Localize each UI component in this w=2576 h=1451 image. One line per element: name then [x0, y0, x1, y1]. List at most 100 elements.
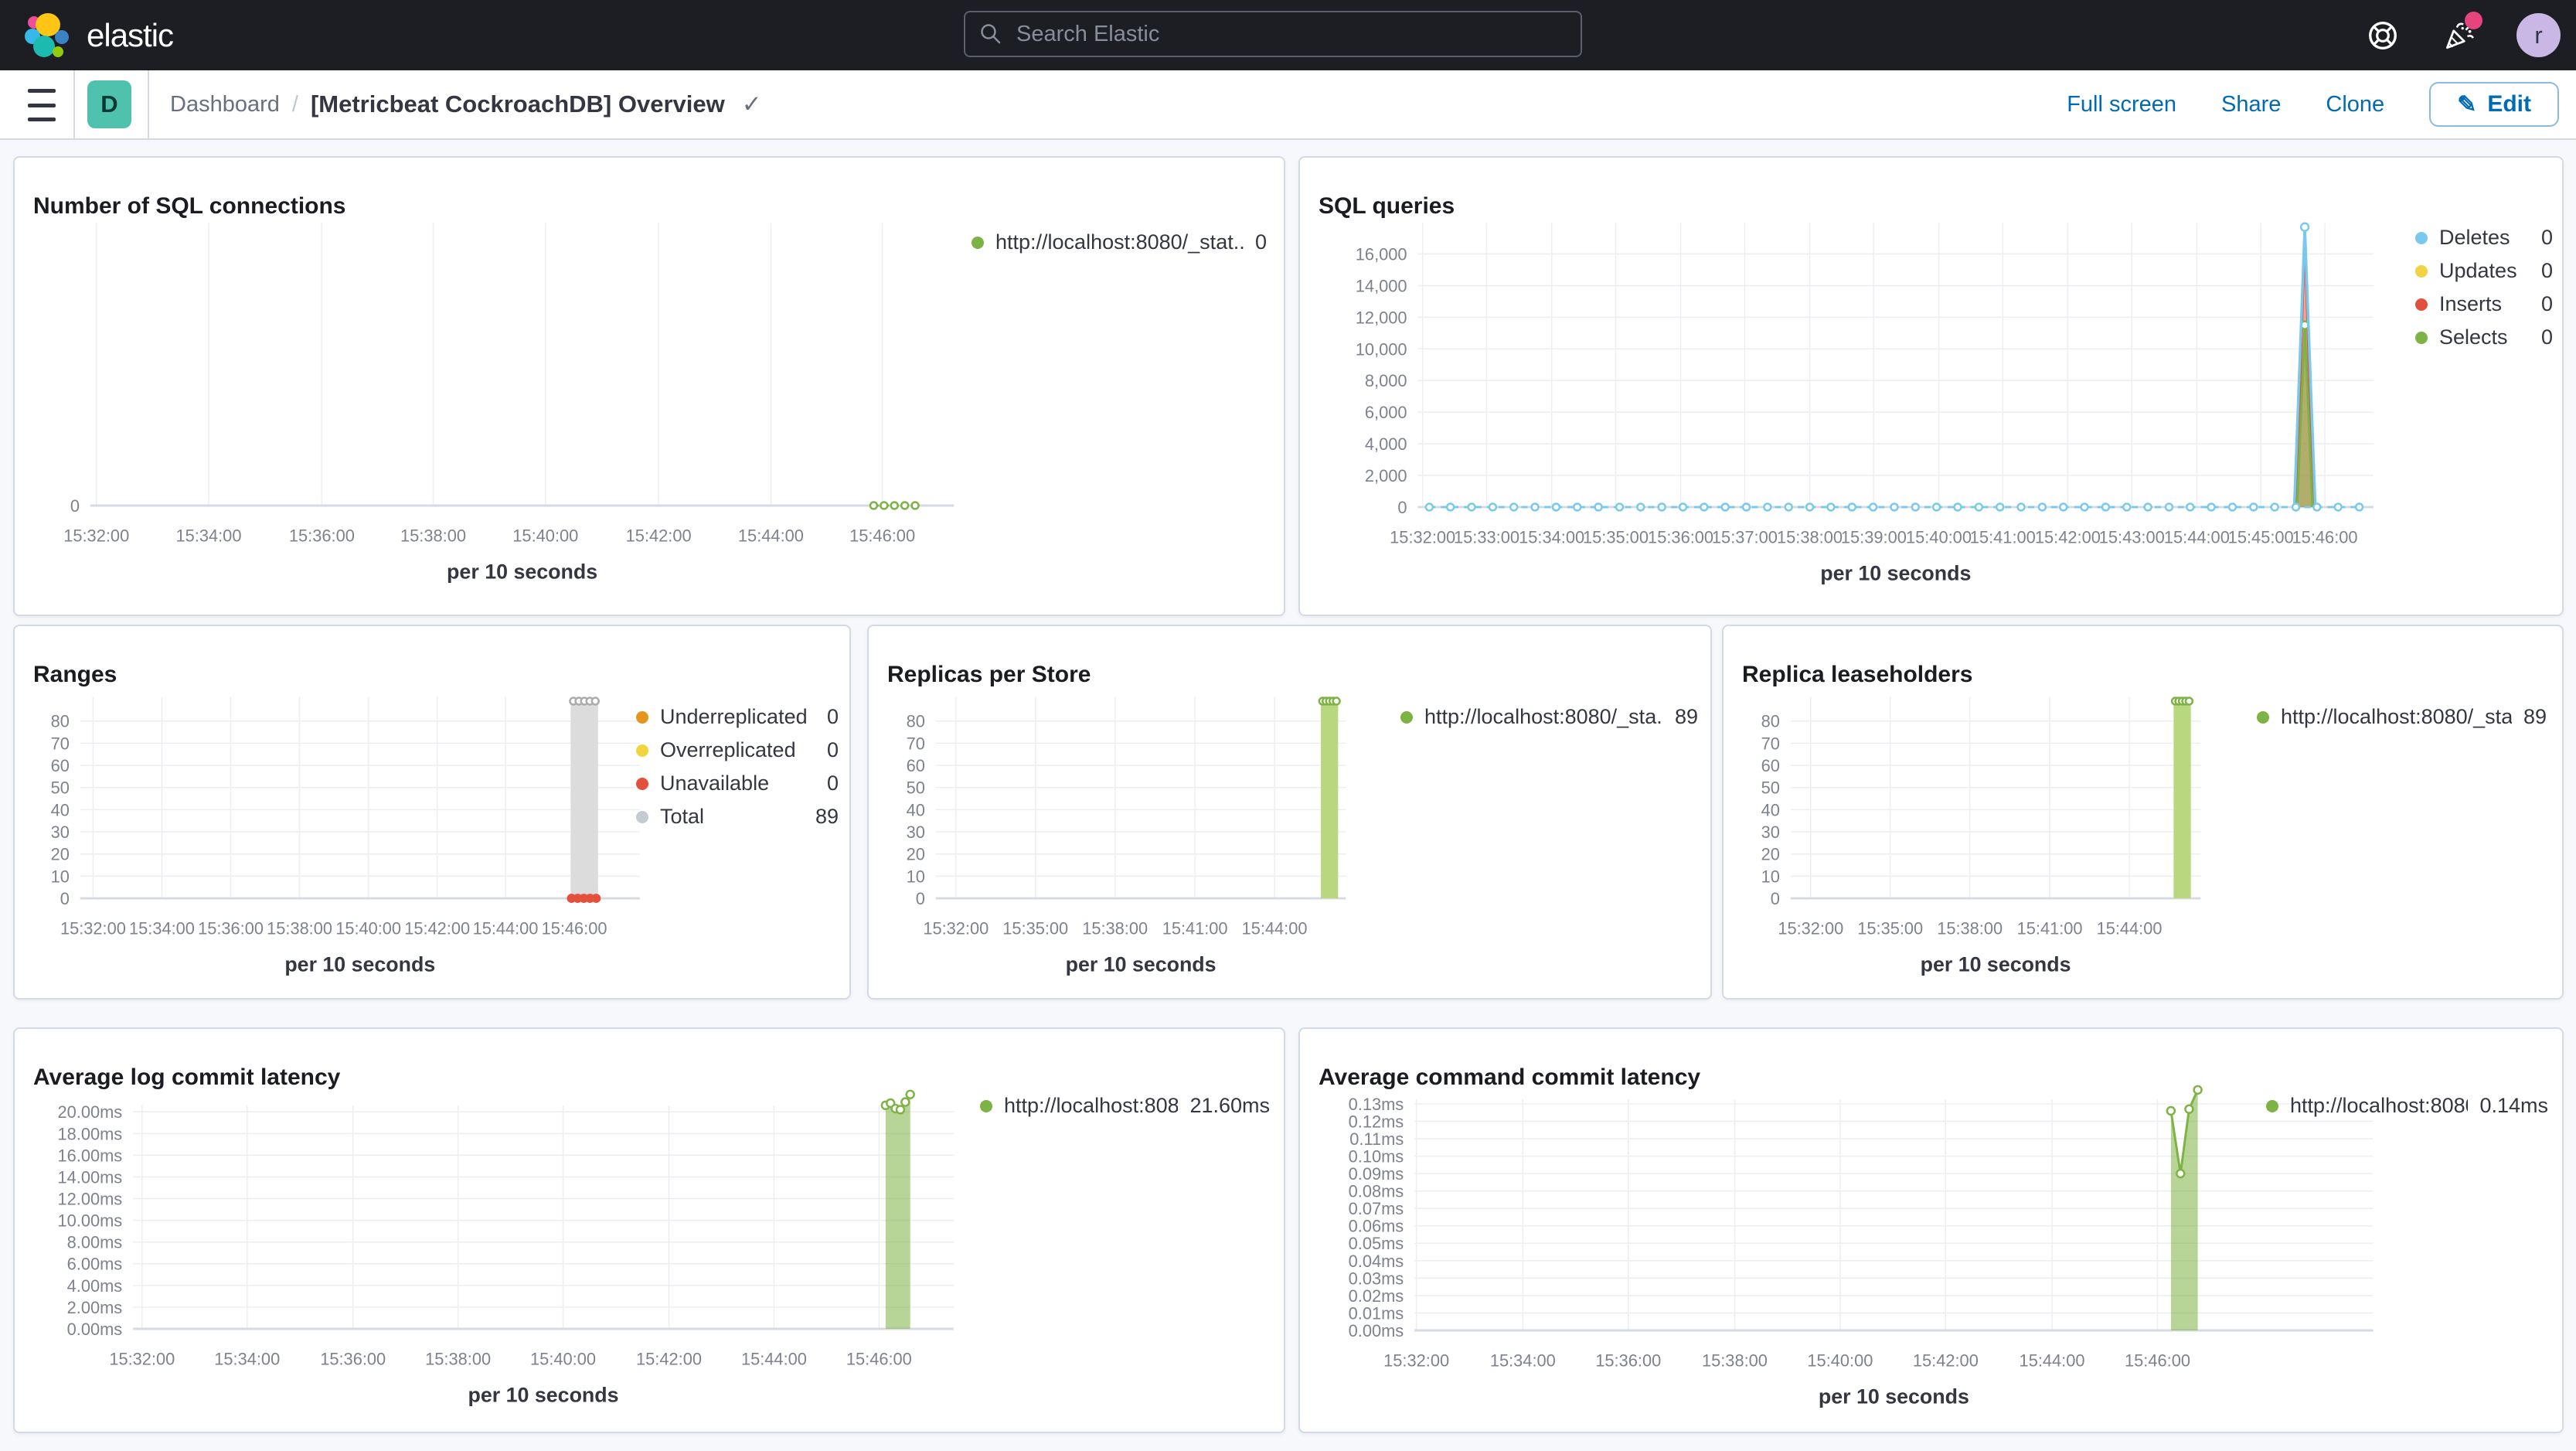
- svg-text:80: 80: [51, 712, 70, 731]
- legend-series-value: 0: [826, 705, 839, 728]
- svg-text:15:36:00: 15:36:00: [1648, 528, 1713, 547]
- legend-item[interactable]: Selects 0: [2415, 321, 2553, 354]
- legend-series-label: Total: [660, 805, 705, 828]
- kibana-dashboard-app: elastic Search Elastic r D Dashboard / […: [0, 0, 2576, 1451]
- full-screen-button[interactable]: Full screen: [2067, 92, 2176, 118]
- svg-text:15:32:00: 15:32:00: [109, 1350, 175, 1369]
- legend-item[interactable]: http://localhost:8080/_sta... 89: [1400, 700, 1698, 734]
- legend-item[interactable]: Underreplicated 0: [636, 700, 839, 734]
- legend-item[interactable]: Unavailable 0: [636, 767, 839, 800]
- legend-item[interactable]: Total 89: [636, 800, 839, 833]
- legend-series-label: Deletes: [2439, 226, 2510, 249]
- deployment-badge[interactable]: D: [87, 80, 131, 128]
- menu-icon[interactable]: [28, 89, 59, 121]
- svg-text:15:33:00: 15:33:00: [1454, 528, 1519, 547]
- panel-replica-leaseholders: Replica leaseholders 0 10 20 30 40 50 60 70 80 15…: [1722, 625, 2564, 1000]
- legend-series-label: http://localhost:8080/_sta...: [2281, 705, 2512, 728]
- svg-text:0: 0: [60, 889, 70, 908]
- svg-text:15:44:00: 15:44:00: [2164, 528, 2230, 547]
- news-feed-icon[interactable]: [2441, 11, 2482, 53]
- edit-button[interactable]: ✎ Edit: [2429, 82, 2559, 127]
- svg-text:20: 20: [907, 845, 925, 864]
- svg-text:16,000: 16,000: [1356, 244, 1407, 264]
- legend-series-dot: [636, 810, 648, 823]
- svg-text:2.00ms: 2.00ms: [67, 1298, 123, 1317]
- svg-text:15:32:00: 15:32:00: [1778, 919, 1843, 938]
- legend-item[interactable]: http://localhost:808... 21.60ms: [980, 1089, 1270, 1122]
- svg-text:50: 50: [51, 778, 70, 798]
- legend-series-dot: [636, 777, 648, 790]
- svg-text:per 10 seconds: per 10 seconds: [1819, 1385, 1969, 1408]
- search-input[interactable]: [1015, 20, 1567, 48]
- legend-item[interactable]: Inserts 0: [2415, 288, 2553, 321]
- clone-button[interactable]: Clone: [2326, 92, 2384, 118]
- legend-item[interactable]: Overreplicated 0: [636, 734, 839, 767]
- chart-legend: http://localhost:8080/_sta... 89: [2257, 700, 2547, 734]
- top-nav-bar: elastic Search Elastic r: [0, 0, 2576, 70]
- svg-text:15:38:00: 15:38:00: [425, 1350, 491, 1369]
- legend-item[interactable]: http://localhost:8080/_sta... 89: [2257, 700, 2547, 734]
- svg-text:15:43:00: 15:43:00: [2099, 528, 2165, 547]
- svg-text:20.00ms: 20.00ms: [57, 1102, 122, 1122]
- svg-text:10: 10: [1761, 867, 1780, 886]
- svg-text:12.00ms: 12.00ms: [57, 1189, 122, 1208]
- svg-text:15:35:00: 15:35:00: [1583, 528, 1649, 547]
- svg-text:60: 60: [51, 756, 70, 775]
- legend-series-label: http://localhost:8080...: [2290, 1094, 2468, 1117]
- legend-item[interactable]: http://localhost:8080/_stat... 0: [972, 226, 1267, 259]
- svg-text:15:38:00: 15:38:00: [400, 526, 466, 546]
- svg-text:15:34:00: 15:34:00: [1519, 528, 1584, 547]
- svg-text:30: 30: [1761, 823, 1780, 842]
- svg-text:0: 0: [1397, 498, 1407, 517]
- svg-text:0.00ms: 0.00ms: [1349, 1321, 1404, 1340]
- legend-series-dot: [2415, 231, 2428, 244]
- legend-series-dot: [2415, 298, 2428, 311]
- divider: [148, 70, 149, 138]
- svg-text:16.00ms: 16.00ms: [57, 1146, 122, 1165]
- svg-text:14,000: 14,000: [1356, 276, 1407, 295]
- legend-item[interactable]: Deletes 0: [2415, 221, 2553, 254]
- svg-text:per 10 seconds: per 10 seconds: [1921, 952, 2071, 976]
- svg-text:15:40:00: 15:40:00: [335, 919, 401, 938]
- svg-text:0.11ms: 0.11ms: [1349, 1129, 1404, 1149]
- help-icon[interactable]: [2365, 18, 2401, 53]
- svg-text:15:46:00: 15:46:00: [849, 526, 915, 546]
- legend-item[interactable]: Updates 0: [2415, 254, 2553, 288]
- svg-text:15:38:00: 15:38:00: [1082, 919, 1148, 938]
- elastic-brand[interactable]: elastic: [23, 0, 174, 70]
- svg-text:15:36:00: 15:36:00: [289, 526, 355, 546]
- breadcrumb-separator: /: [291, 91, 298, 117]
- svg-text:50: 50: [1761, 778, 1780, 798]
- svg-text:20: 20: [51, 845, 70, 864]
- chart-legend: http://localhost:8080... 0.14ms: [2266, 1089, 2548, 1122]
- legend-series-label: http://localhost:8080/_stat...: [995, 230, 1244, 254]
- legend-series-value: 0.14ms: [2479, 1094, 2548, 1117]
- share-button[interactable]: Share: [2221, 92, 2281, 118]
- legend-series-dot: [972, 236, 984, 249]
- svg-text:15:32:00: 15:32:00: [63, 526, 129, 546]
- legend-series-dot: [636, 744, 648, 757]
- svg-text:15:35:00: 15:35:00: [1857, 919, 1923, 938]
- chart-legend: Underreplicated 0 Overreplicated 0 Unavailab…: [636, 700, 839, 833]
- svg-text:per 10 seconds: per 10 seconds: [1820, 561, 1971, 584]
- legend-series-value: 0: [2540, 325, 2553, 349]
- svg-text:0.07ms: 0.07ms: [1349, 1199, 1404, 1218]
- breadcrumb: Dashboard / [Metricbeat CockroachDB] Ove…: [170, 70, 762, 138]
- svg-text:15:38:00: 15:38:00: [267, 919, 332, 938]
- svg-text:15:38:00: 15:38:00: [1702, 1351, 1768, 1371]
- breadcrumb-dashboard-link[interactable]: Dashboard: [170, 92, 280, 118]
- svg-text:4,000: 4,000: [1365, 434, 1407, 454]
- svg-text:0.08ms: 0.08ms: [1349, 1182, 1404, 1201]
- legend-series-label: http://localhost:8080/_sta...: [1424, 705, 1663, 728]
- svg-text:15:44:00: 15:44:00: [473, 919, 539, 938]
- global-search[interactable]: [964, 11, 1582, 57]
- user-avatar[interactable]: r: [2516, 13, 2561, 57]
- check-icon[interactable]: ✓: [742, 90, 762, 118]
- legend-item[interactable]: http://localhost:8080... 0.14ms: [2266, 1089, 2548, 1122]
- svg-text:15:44:00: 15:44:00: [2097, 919, 2163, 938]
- svg-text:0: 0: [916, 889, 925, 908]
- svg-text:15:39:00: 15:39:00: [1841, 528, 1907, 547]
- legend-series-dot: [2415, 331, 2428, 344]
- svg-text:4.00ms: 4.00ms: [67, 1276, 123, 1296]
- svg-text:15:46:00: 15:46:00: [846, 1350, 912, 1369]
